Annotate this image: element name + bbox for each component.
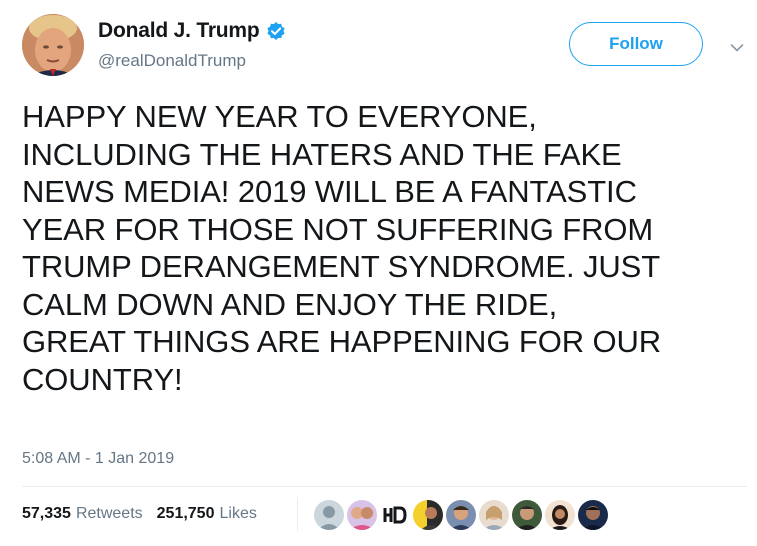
liker-avatar[interactable] xyxy=(413,500,443,530)
retweets-label: Retweets xyxy=(75,505,143,522)
chevron-down-icon[interactable] xyxy=(730,40,744,52)
tweet-text-line: CALM DOWN AND ENJOY THE RIDE, xyxy=(22,286,558,322)
tweet-stats: 57,335 Retweets 251,750 Likes xyxy=(22,505,271,523)
liker-avatar[interactable] xyxy=(314,500,344,530)
tweet-timestamp[interactable]: 5:08 AM - 1 Jan 2019 xyxy=(22,450,174,468)
tweet-text-line: TRUMP DERANGEMENT SYNDROME. JUST xyxy=(22,249,661,284)
divider xyxy=(22,486,747,487)
liker-avatar[interactable] xyxy=(578,500,608,530)
tweet-text-line: YEAR FOR THOSE NOT SUFFERING FROM xyxy=(22,211,654,247)
liker-avatar[interactable] xyxy=(347,500,377,530)
tweet-text-line: NEWS MEDIA! 2019 WILL BE A FANTASTIC xyxy=(22,174,637,209)
author-handle[interactable]: @realDonaldTrump xyxy=(98,51,286,71)
tweet-text-line: COUNTRY! xyxy=(22,361,183,397)
liker-avatar[interactable] xyxy=(380,500,410,530)
likes-stat[interactable]: 251,750 Likes xyxy=(157,505,257,523)
likers-avatars xyxy=(314,500,611,530)
stats-separator xyxy=(297,497,298,531)
retweets-stat[interactable]: 57,335 Retweets xyxy=(22,505,143,523)
tweet-card: Donald J. Trump @realDonaldTrump Follow … xyxy=(0,0,757,546)
likes-count: 251,750 xyxy=(156,505,215,522)
likes-label: Likes xyxy=(219,505,257,522)
liker-avatar[interactable] xyxy=(446,500,476,530)
tweet-text-line: GREAT THINGS ARE HAPPENING FOR OUR xyxy=(22,324,662,359)
tweet-text: HAPPY NEW YEAR TO EVERYONE, INCLUDING THE… xyxy=(22,98,747,398)
liker-avatar[interactable] xyxy=(512,500,542,530)
tweet-header: Donald J. Trump @realDonaldTrump Follow xyxy=(22,14,747,78)
liker-avatar[interactable] xyxy=(545,500,575,530)
retweets-count: 57,335 xyxy=(22,505,71,522)
author-names: Donald J. Trump @realDonaldTrump xyxy=(98,18,286,71)
verified-badge-icon xyxy=(266,21,286,41)
author-display-name[interactable]: Donald J. Trump xyxy=(98,19,260,43)
follow-button[interactable]: Follow xyxy=(569,22,703,66)
author-avatar-image xyxy=(22,14,84,76)
author-avatar[interactable] xyxy=(22,14,84,76)
liker-avatar[interactable] xyxy=(479,500,509,530)
display-name-row: Donald J. Trump xyxy=(98,18,286,44)
tweet-text-line: INCLUDING THE HATERS AND THE FAKE xyxy=(22,136,622,172)
tweet-text-line: HAPPY NEW YEAR TO EVERYONE, xyxy=(22,99,537,134)
